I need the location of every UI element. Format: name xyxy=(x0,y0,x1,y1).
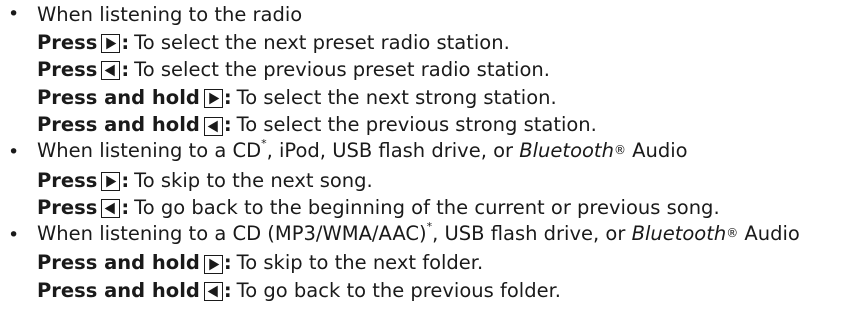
left-arrow-icon xyxy=(203,116,223,136)
instruction-text: To select the previous preset radio stat… xyxy=(134,58,550,82)
right-arrow-icon xyxy=(203,254,223,274)
bullet-marker: • xyxy=(8,223,20,246)
instruction-text: To go back to the beginning of the curre… xyxy=(134,196,720,220)
section-heading: • When listening to the radio xyxy=(0,1,861,29)
instruction-line: Press : To skip to the next song. xyxy=(0,167,861,195)
registered-mark: ® xyxy=(726,226,739,241)
bullet-marker: • xyxy=(8,3,20,25)
instruction-text: To select the next preset radio station. xyxy=(134,30,510,54)
instruction-text: To select the next strong station. xyxy=(236,85,557,109)
heading-suffix: Audio xyxy=(625,139,688,163)
section-heading-text: When listening to a CD*, iPod, USB flash… xyxy=(37,137,688,168)
press-label: Press xyxy=(37,30,98,54)
colon: : xyxy=(121,196,130,220)
colon: : xyxy=(223,113,232,137)
section-heading: • When listening to a CD (MP3/WMA/AAC)*,… xyxy=(0,220,861,251)
right-arrow-icon xyxy=(203,89,223,109)
right-arrow-icon xyxy=(101,171,121,191)
right-arrow-icon xyxy=(101,33,121,53)
instruction-line: Press and hold : To skip to the next fol… xyxy=(0,249,861,277)
left-arrow-icon xyxy=(101,199,121,219)
instruction-line: Press : To select the previous preset ra… xyxy=(0,56,861,84)
left-arrow-icon xyxy=(101,61,121,81)
press-label: Press and hold xyxy=(37,251,200,275)
colon: : xyxy=(121,30,130,54)
instruction-line: Press : To select the next preset radio … xyxy=(0,29,861,57)
press-label: Press xyxy=(37,168,98,192)
heading-mid: , iPod, USB flash drive, or xyxy=(266,139,520,163)
colon: : xyxy=(121,168,130,192)
bullet-marker: • xyxy=(8,140,20,163)
registered-mark: ® xyxy=(613,143,626,158)
heading-suffix: Audio xyxy=(738,222,800,246)
instruction-line: Press : To go back to the beginning of t… xyxy=(0,194,861,222)
instruction-text: To skip to the next folder. xyxy=(236,251,484,275)
instruction-line: Press and hold : To select the next stro… xyxy=(0,84,861,112)
instruction-text: To skip to the next song. xyxy=(134,168,373,192)
section-heading-text: When listening to the radio xyxy=(37,3,303,26)
instruction-text: To select the previous strong station. xyxy=(236,113,597,137)
instruction-line: Press and hold : To go back to the previ… xyxy=(0,277,861,305)
heading-italic: Bluetooth xyxy=(519,139,614,163)
heading-prefix: When listening to a CD xyxy=(37,139,262,163)
colon: : xyxy=(223,251,232,275)
heading-italic: Bluetooth xyxy=(631,222,727,246)
left-arrow-icon xyxy=(203,282,223,302)
section-heading-text: When listening to a CD (MP3/WMA/AAC)*, U… xyxy=(37,220,800,251)
footnote-asterisk: * xyxy=(426,219,433,233)
colon: : xyxy=(223,85,232,109)
instruction-text: To go back to the previous folder. xyxy=(236,278,562,302)
heading-prefix: When listening to a CD (MP3/WMA/AAC) xyxy=(37,222,427,246)
instruction-list: • When listening to the radio Press : To… xyxy=(0,1,861,305)
colon: : xyxy=(223,278,232,302)
section-heading: • When listening to a CD*, iPod, USB fla… xyxy=(0,137,861,168)
press-label: Press and hold xyxy=(37,113,200,137)
footnote-asterisk: * xyxy=(261,136,267,150)
press-label: Press xyxy=(37,58,98,82)
press-label: Press and hold xyxy=(37,85,200,109)
heading-mid: , USB flash drive, or xyxy=(432,222,632,246)
instruction-line: Press and hold : To select the previous … xyxy=(0,111,861,139)
colon: : xyxy=(121,58,130,82)
press-label: Press and hold xyxy=(37,278,200,302)
press-label: Press xyxy=(37,196,98,220)
